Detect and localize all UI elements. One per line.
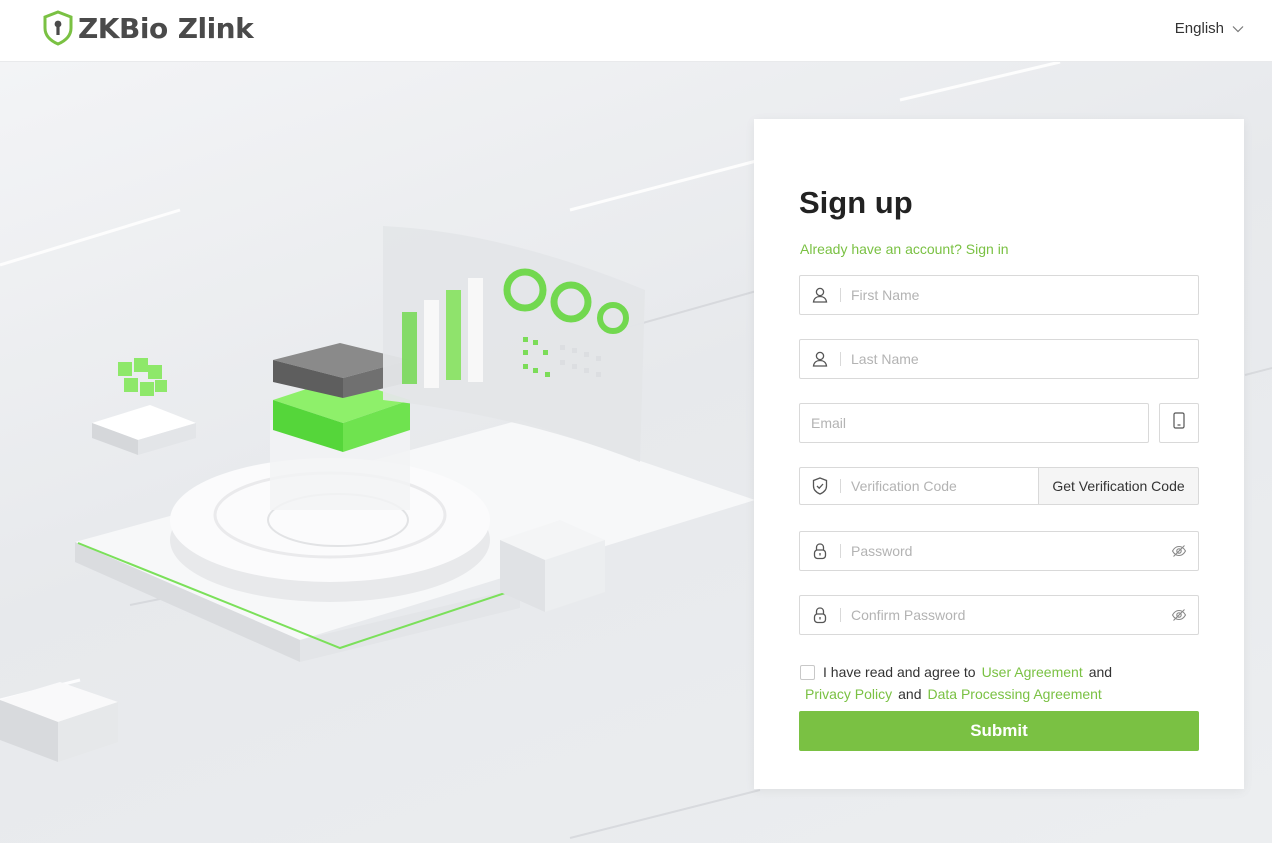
shield-lock-logo-icon <box>42 10 74 46</box>
last-name-input[interactable] <box>851 341 1198 377</box>
email-field <box>799 403 1149 443</box>
first-name-input[interactable] <box>851 277 1198 313</box>
signup-card: Sign up Already have an account? Sign in… <box>754 119 1244 789</box>
verification-code-input[interactable] <box>851 468 1039 504</box>
eye-off-icon[interactable] <box>1160 532 1198 570</box>
brand-name: ZKBio <box>78 11 168 45</box>
user-icon <box>800 276 840 314</box>
lock-icon <box>800 596 840 634</box>
email-input[interactable] <box>811 405 1148 441</box>
product-name: Zlink <box>177 11 254 45</box>
password-input[interactable] <box>851 533 1160 569</box>
confirm-password-input[interactable] <box>851 597 1160 633</box>
last-name-field <box>799 339 1199 379</box>
top-header: ZKBio Zlink English <box>0 0 1272 62</box>
verification-code-field <box>799 467 1039 505</box>
agreement-row: Privacy Policy and Data Processing Agree… <box>800 683 1200 705</box>
privacy-policy-link[interactable]: Privacy Policy <box>805 683 892 705</box>
agreement-section: I have read and agree to User Agreement … <box>800 661 1200 705</box>
sign-in-link[interactable]: Already have an account? Sign in <box>800 241 1009 257</box>
eye-off-icon[interactable] <box>1160 596 1198 634</box>
shield-check-icon <box>800 467 840 505</box>
submit-button[interactable]: Submit <box>799 711 1199 751</box>
agreement-and: and <box>898 686 922 702</box>
first-name-field <box>799 275 1199 315</box>
user-agreement-link[interactable]: User Agreement <box>982 661 1083 683</box>
get-verification-code-button[interactable]: Get Verification Code <box>1038 467 1199 505</box>
language-label: English <box>1174 20 1224 37</box>
field-divider <box>840 479 841 493</box>
field-divider <box>840 352 841 366</box>
field-divider <box>840 288 841 302</box>
password-field <box>799 531 1199 571</box>
agreement-and: and <box>1088 664 1113 680</box>
lock-icon <box>800 532 840 570</box>
mobile-phone-icon <box>1173 412 1185 434</box>
language-selector[interactable]: English <box>1175 20 1244 37</box>
field-divider <box>840 544 841 558</box>
agree-checkbox[interactable] <box>800 664 815 680</box>
agreement-text: I have read and agree to <box>823 664 976 680</box>
agreement-row: I have read and agree to User Agreement … <box>800 661 1200 683</box>
field-divider <box>840 608 841 622</box>
user-icon <box>800 340 840 378</box>
brand-wordmark: ZKBio Zlink <box>78 11 254 45</box>
confirm-password-field <box>799 595 1199 635</box>
switch-to-phone-button[interactable] <box>1159 403 1199 443</box>
page-title: Sign up <box>799 185 913 220</box>
data-processing-agreement-link[interactable]: Data Processing Agreement <box>928 683 1102 705</box>
chevron-down-icon <box>1232 25 1244 33</box>
brand-logo[interactable]: ZKBio Zlink <box>42 10 254 46</box>
